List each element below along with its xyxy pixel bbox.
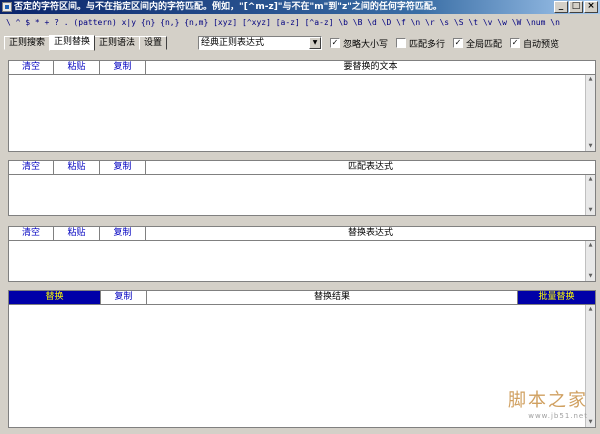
watermark-url: www.jb51.net bbox=[528, 412, 588, 420]
title-bar: 否定的字符区间。与不在指定区间内的字符匹配。例如，"[^m-z]"与不在"m"到… bbox=[0, 0, 600, 14]
replacement-panel-title: 替换表达式 bbox=[347, 228, 393, 238]
regex-mode-select[interactable]: 经典正则表达式 ▼ bbox=[198, 36, 322, 50]
scroll-down-icon[interactable]: ▼ bbox=[586, 272, 595, 281]
scroll-up-icon[interactable]: ▲ bbox=[586, 241, 595, 250]
minimize-button[interactable]: _ bbox=[554, 1, 568, 13]
replacement-scrollbar[interactable]: ▲ ▼ bbox=[585, 241, 595, 281]
scroll-up-icon[interactable]: ▲ bbox=[586, 305, 595, 314]
scroll-up-icon[interactable]: ▲ bbox=[586, 175, 595, 184]
chevron-down-icon[interactable]: ▼ bbox=[309, 37, 321, 49]
source-paste-button[interactable]: 粘贴 bbox=[54, 61, 100, 74]
replace-button[interactable]: 替换 bbox=[9, 291, 101, 304]
replacement-paste-button[interactable]: 粘贴 bbox=[54, 227, 100, 240]
checkbox-empty-icon bbox=[396, 38, 407, 48]
replacement-copy-button[interactable]: 复制 bbox=[100, 227, 146, 240]
global-match-label: 全局匹配 bbox=[466, 39, 503, 50]
app-icon bbox=[2, 2, 12, 12]
watermark-text: 脚本之家 bbox=[508, 390, 588, 411]
checkbox-check-icon: ✓ bbox=[453, 38, 464, 48]
tab-regex-replace[interactable]: 正则替换 bbox=[49, 35, 96, 51]
regex-mode-value: 经典正则表达式 bbox=[201, 38, 265, 48]
pattern-scrollbar[interactable]: ▲ ▼ bbox=[585, 175, 595, 215]
checkbox-check-icon: ✓ bbox=[510, 38, 521, 48]
pattern-panel: 清空 粘贴 复制 匹配表达式 ▲ ▼ bbox=[8, 160, 596, 216]
batch-replace-button[interactable]: 批量替换 bbox=[517, 291, 595, 304]
pattern-paste-button[interactable]: 粘贴 bbox=[54, 161, 100, 174]
replacement-text-area[interactable]: ▲ ▼ bbox=[9, 241, 595, 281]
options-toolbar: 经典正则表达式 ▼ ✓ 忽略大小写 匹配多行 ✓ 全局匹配 ✓ 自动预览 bbox=[198, 36, 559, 50]
replacement-panel-header: 清空 粘贴 复制 替换表达式 bbox=[9, 227, 595, 241]
window-title: 否定的字符区间。与不在指定区间内的字符匹配。例如，"[^m-z]"与不在"m"到… bbox=[14, 2, 442, 12]
checkbox-check-icon: ✓ bbox=[330, 38, 340, 48]
pattern-text-area[interactable]: ▲ ▼ bbox=[9, 175, 595, 215]
watermark: 脚本之家 www.jb51.net bbox=[508, 386, 588, 420]
pattern-panel-header: 清空 粘贴 复制 匹配表达式 bbox=[9, 161, 595, 175]
pattern-copy-button[interactable]: 复制 bbox=[100, 161, 146, 174]
tab-bar: 正则搜索 正则替换 正则语法 设置 bbox=[4, 35, 168, 52]
source-text-area[interactable]: ▲ ▼ bbox=[9, 75, 595, 151]
auto-preview-label: 自动预览 bbox=[523, 39, 560, 50]
maximize-button[interactable]: □ bbox=[569, 1, 583, 13]
global-match-checkbox[interactable]: ✓ 全局匹配 bbox=[453, 37, 502, 50]
multiline-checkbox[interactable]: 匹配多行 bbox=[396, 37, 445, 50]
scroll-down-icon[interactable]: ▼ bbox=[586, 142, 595, 151]
source-panel-header: 清空 粘贴 复制 要替换的文本 bbox=[9, 61, 595, 75]
source-copy-button[interactable]: 复制 bbox=[100, 61, 146, 74]
scroll-down-icon[interactable]: ▼ bbox=[586, 206, 595, 215]
window-controls: _ □ × bbox=[554, 1, 598, 13]
tab-settings[interactable]: 设置 bbox=[139, 36, 168, 50]
ignore-case-checkbox[interactable]: ✓ 忽略大小写 bbox=[330, 37, 388, 50]
result-copy-button[interactable]: 复制 bbox=[101, 291, 147, 304]
replacement-panel: 清空 粘贴 复制 替换表达式 ▲ ▼ bbox=[8, 226, 596, 282]
replacement-clear-button[interactable]: 清空 bbox=[9, 227, 54, 240]
result-panel-title: 替换结果 bbox=[313, 292, 350, 302]
result-panel-header: 替换 复制 替换结果 批量替换 bbox=[9, 291, 595, 305]
close-button[interactable]: × bbox=[584, 1, 598, 13]
scroll-up-icon[interactable]: ▲ bbox=[586, 75, 595, 84]
source-panel-title: 要替换的文本 bbox=[343, 62, 398, 72]
source-text-panel: 清空 粘贴 复制 要替换的文本 ▲ ▼ bbox=[8, 60, 596, 152]
tab-regex-syntax[interactable]: 正则语法 bbox=[94, 36, 141, 50]
pattern-panel-title: 匹配表达式 bbox=[347, 162, 393, 172]
multiline-label: 匹配多行 bbox=[409, 39, 446, 50]
source-clear-button[interactable]: 清空 bbox=[9, 61, 54, 74]
tab-regex-search[interactable]: 正则搜索 bbox=[4, 36, 51, 50]
ignore-case-label: 忽略大小写 bbox=[343, 39, 389, 50]
source-scrollbar[interactable]: ▲ ▼ bbox=[585, 75, 595, 151]
pattern-clear-button[interactable]: 清空 bbox=[9, 161, 54, 174]
auto-preview-checkbox[interactable]: ✓ 自动预览 bbox=[510, 37, 559, 50]
syntax-reference-bar[interactable]: \ ^ $ * + ? . (pattern) x|y {n} {n,} {n,… bbox=[6, 18, 596, 27]
